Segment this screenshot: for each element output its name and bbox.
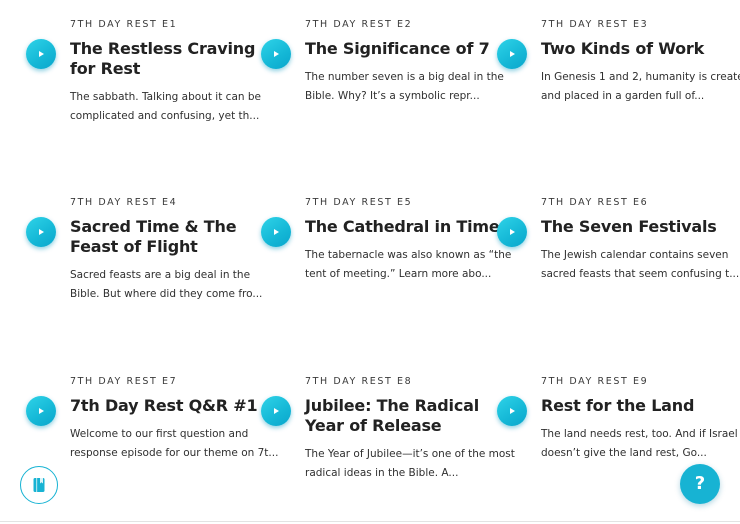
episode-label: 7TH DAY REST E2 <box>305 19 413 30</box>
episode-title[interactable]: Two Kinds of Work <box>541 39 740 59</box>
episode-card: 7TH DAY REST E4 Sacred Time & The Feast … <box>26 197 280 304</box>
episode-label: 7TH DAY REST E1 <box>70 19 178 30</box>
episode-label: 7TH DAY REST E6 <box>541 197 649 208</box>
episode-label: 7TH DAY REST E4 <box>70 197 178 208</box>
episode-title[interactable]: 7th Day Rest Q&R #1 <box>70 396 280 416</box>
episode-description: The Jewish calendar contains seven sacre… <box>541 249 740 280</box>
episode-description: Sacred feasts are a big deal in the Bibl… <box>70 269 263 300</box>
play-icon <box>274 51 279 57</box>
episode-card: 7TH DAY REST E9 Rest for the Land The la… <box>497 376 740 463</box>
help-icon: ? <box>694 473 706 494</box>
episode-description: The Year of Jubilee—it’s one of the most… <box>305 448 515 479</box>
episode-description: The land needs rest, too. And if Israel … <box>541 428 738 459</box>
episode-card: 7TH DAY REST E6 The Seven Festivals The … <box>497 197 740 284</box>
divider <box>0 521 740 522</box>
episode-title[interactable]: The Cathedral in Time <box>305 217 515 237</box>
episode-title[interactable]: The Seven Festivals <box>541 217 740 237</box>
play-icon <box>510 408 515 414</box>
episode-card: 7TH DAY REST E1 The Restless Craving for… <box>26 19 280 126</box>
play-button[interactable] <box>497 396 527 426</box>
episode-description: In Genesis 1 and 2, humanity is created … <box>541 71 740 102</box>
play-button[interactable] <box>26 39 56 69</box>
play-icon <box>510 51 515 57</box>
play-button[interactable] <box>261 217 291 247</box>
notes-button[interactable] <box>20 466 58 504</box>
episode-card: 7TH DAY REST E8 Jubilee: The Radical Yea… <box>261 376 515 483</box>
play-button[interactable] <box>26 396 56 426</box>
episode-title[interactable]: Jubilee: The Radical Year of Release <box>305 396 515 436</box>
episode-label: 7TH DAY REST E5 <box>305 197 413 208</box>
episode-title[interactable]: Sacred Time & The Feast of Flight <box>70 217 280 257</box>
play-button[interactable] <box>261 396 291 426</box>
play-button[interactable] <box>26 217 56 247</box>
play-icon <box>39 51 44 57</box>
episode-card: 7TH DAY REST E5 The Cathedral in Time Th… <box>261 197 515 284</box>
episode-description: The sabbath. Talking about it can be com… <box>70 91 261 122</box>
episode-label: 7TH DAY REST E3 <box>541 19 649 30</box>
episode-card: 7TH DAY REST E2 The Significance of 7 Th… <box>261 19 515 106</box>
episode-title[interactable]: The Significance of 7 <box>305 39 515 59</box>
episode-label: 7TH DAY REST E8 <box>305 376 413 387</box>
episode-label: 7TH DAY REST E9 <box>541 376 649 387</box>
play-icon <box>274 229 279 235</box>
episode-title[interactable]: The Restless Craving for Rest <box>70 39 280 79</box>
play-button[interactable] <box>497 217 527 247</box>
episode-description: Welcome to our first question and respon… <box>70 428 279 459</box>
play-button[interactable] <box>497 39 527 69</box>
episode-description: The number seven is a big deal in the Bi… <box>305 71 504 102</box>
play-icon <box>510 229 515 235</box>
play-button[interactable] <box>261 39 291 69</box>
episode-description: The tabernacle was also known as “the te… <box>305 249 512 280</box>
help-button[interactable]: ? <box>680 464 720 504</box>
play-icon <box>274 408 279 414</box>
episode-card: 7TH DAY REST E7 7th Day Rest Q&R #1 Welc… <box>26 376 280 463</box>
episode-card: 7TH DAY REST E3 Two Kinds of Work In Gen… <box>497 19 740 106</box>
episode-title[interactable]: Rest for the Land <box>541 396 740 416</box>
play-icon <box>39 408 44 414</box>
book-icon <box>33 478 45 492</box>
episode-grid: 7TH DAY REST E1 The Restless Craving for… <box>0 0 740 524</box>
play-icon <box>39 229 44 235</box>
episode-label: 7TH DAY REST E7 <box>70 376 178 387</box>
